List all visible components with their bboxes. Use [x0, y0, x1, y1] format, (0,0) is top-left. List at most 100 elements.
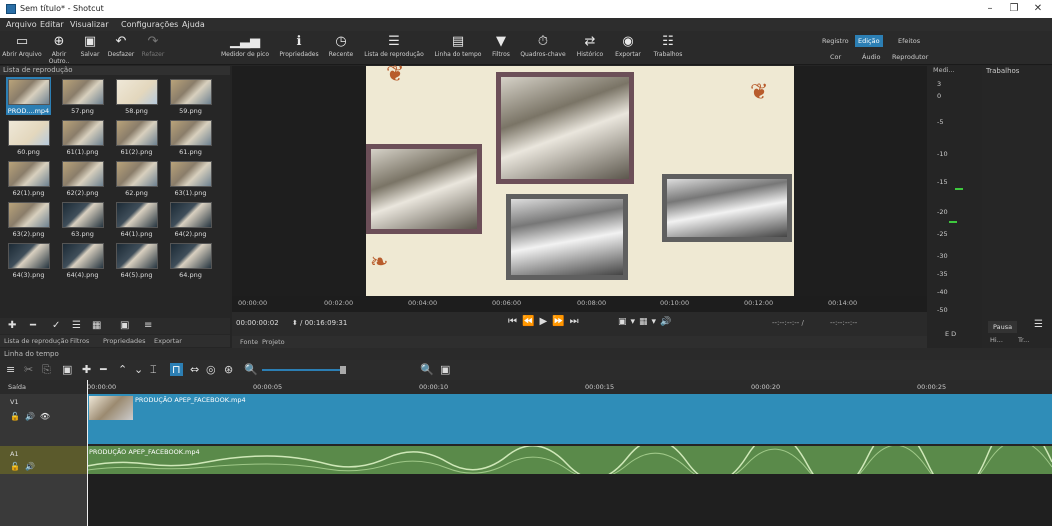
audio-clip[interactable]: PRODUÇÃO APEP_FACEBOOK.mp4: [87, 446, 1052, 474]
cut-icon[interactable]: ✂: [24, 363, 33, 376]
playlist-item[interactable]: 63.png: [60, 200, 105, 238]
playback-buttons[interactable]: ⏮⏪▶⏩⏭: [508, 316, 584, 327]
tab-playlist[interactable]: Lista de reprodução: [4, 337, 69, 345]
icons-view-icon[interactable]: ▣: [120, 320, 129, 331]
playlist-item[interactable]: 57.png: [60, 77, 105, 115]
zoom-slider-handle[interactable]: [340, 366, 346, 374]
lift-icon[interactable]: ⌃: [118, 363, 127, 376]
layout-registro[interactable]: Registro: [822, 37, 849, 45]
playlist-item[interactable]: 61(1).png: [60, 118, 105, 156]
playlist-item[interactable]: 64(2).png: [168, 200, 213, 238]
tab-history[interactable]: Hi...: [990, 336, 1003, 344]
layout-cor[interactable]: Cor: [830, 53, 841, 61]
export-button[interactable]: ◉ Exportar: [610, 31, 646, 65]
remove-clip-icon[interactable]: ━: [100, 363, 107, 376]
jobs-button[interactable]: ☷ Trabalhos: [648, 31, 688, 65]
recent-button[interactable]: ◷ Recente: [325, 31, 357, 65]
tab-export[interactable]: Exportar: [154, 337, 182, 345]
playlist-item[interactable]: 61.png: [168, 118, 213, 156]
undo-button[interactable]: ↶ Desfazer: [105, 31, 137, 65]
meter-scale-label: -5: [937, 118, 944, 126]
check-icon[interactable]: ✓: [52, 320, 60, 331]
viewer-ruler[interactable]: 00:00:00 00:02:00 00:04:00 00:06:00 00:08:00…: [232, 296, 927, 312]
playlist-item-label: 64(1).png: [120, 230, 153, 238]
ripple-all-icon[interactable]: ⊛: [224, 363, 233, 376]
timeline-empty-area[interactable]: [87, 474, 1052, 526]
remove-icon[interactable]: ━: [30, 320, 36, 331]
zoom-in-icon[interactable]: 🔍: [420, 363, 434, 376]
peak-meter-button[interactable]: ▁▃▅ Medidor de pico: [218, 31, 272, 65]
tab-transitions[interactable]: Tr...: [1018, 336, 1029, 344]
timeline-menu-icon[interactable]: ≡: [6, 363, 15, 376]
timeline-ruler[interactable]: 00:00:00 00:00:05 00:00:10 00:00:15 00:00:20…: [87, 380, 1052, 394]
split-icon[interactable]: ⌶: [150, 363, 157, 377]
details-view-icon[interactable]: ☰: [72, 320, 81, 331]
timeline-button[interactable]: ▤ Linha do tempo: [430, 31, 486, 65]
filters-button[interactable]: ▼ Filtros: [488, 31, 514, 65]
add-icon[interactable]: ✚: [8, 320, 16, 331]
tab-properties[interactable]: Propriedades: [103, 337, 146, 345]
track-a1-controls[interactable]: 🔓🔊: [10, 462, 40, 471]
ripple-icon[interactable]: ◎: [206, 363, 216, 376]
tiles-view-icon[interactable]: ▦: [92, 320, 101, 331]
playlist-item[interactable]: 64(1).png: [114, 200, 159, 238]
paste-icon[interactable]: ▣: [62, 363, 72, 376]
open-file-button[interactable]: ▭ Abrir Arquivo: [2, 31, 42, 65]
track-v1-controls[interactable]: 🔓🔊👁: [10, 412, 55, 421]
append-icon[interactable]: ✚: [82, 363, 91, 376]
zoom-out-icon[interactable]: 🔍: [244, 363, 258, 376]
playlist-item[interactable]: 59.png: [168, 77, 213, 115]
playhead[interactable]: [87, 380, 88, 526]
menu-arquivo[interactable]: Arquivo: [6, 20, 37, 29]
ruler-tick-label: 00:12:00: [744, 299, 774, 307]
playlist-item[interactable]: PROD....mp4: [6, 77, 51, 115]
layout-audio[interactable]: Áudio: [862, 53, 880, 61]
open-other-button[interactable]: ⊕ Abrir Outro..: [43, 31, 75, 65]
jobs-menu-icon[interactable]: ☰: [1034, 319, 1043, 330]
playlist-item[interactable]: 62(2).png: [60, 159, 105, 197]
menu-editar[interactable]: Editar: [40, 20, 64, 29]
video-clip[interactable]: PRODUÇÃO APEP_FACEBOOK.mp4: [87, 394, 1052, 444]
minimize-button[interactable]: –: [980, 2, 1000, 16]
position-display[interactable]: 00:00:00:02: [236, 319, 279, 327]
zoom-grid-volume-icons[interactable]: ▣▾▦▾🔊: [618, 317, 675, 327]
playlist-menu-icon[interactable]: ≡: [144, 320, 152, 331]
tab-source[interactable]: Fonte: [240, 338, 258, 346]
tab-project[interactable]: Projeto: [262, 338, 285, 346]
playlist-item[interactable]: 64(4).png: [60, 241, 105, 279]
redo-button[interactable]: ↷ Refazer: [138, 31, 168, 65]
video-viewer[interactable]: ❦ ❦ ❧: [232, 62, 927, 296]
overwrite-icon[interactable]: ⌄: [134, 363, 143, 376]
playlist-item[interactable]: 61(2).png: [114, 118, 159, 156]
zoom-slider[interactable]: [262, 369, 342, 371]
zoom-fit-icon[interactable]: ▣: [440, 363, 450, 376]
menu-configuracoes[interactable]: Configurações: [121, 20, 178, 29]
save-button[interactable]: ▣ Salvar: [76, 31, 104, 65]
menu-visualizar[interactable]: Visualizar: [70, 20, 109, 29]
layout-efeitos[interactable]: Efeitos: [898, 37, 920, 45]
playlist-item[interactable]: 62(1).png: [6, 159, 51, 197]
tab-filters[interactable]: Filtros: [70, 337, 89, 345]
playlist-item[interactable]: 63(2).png: [6, 200, 51, 238]
snap-icon[interactable]: ⊓: [170, 363, 183, 376]
history-button[interactable]: ⇄ Histórico: [572, 31, 608, 65]
layout-edicao[interactable]: Edição: [855, 35, 883, 47]
scrub-icon[interactable]: ⇔: [190, 363, 199, 376]
playlist-item[interactable]: 64.png: [168, 241, 213, 279]
playlist-item[interactable]: 62.png: [114, 159, 159, 197]
playlist-item[interactable]: 64(5).png: [114, 241, 159, 279]
keyframes-button[interactable]: ⏱ Quadros-chave: [516, 31, 570, 65]
layout-reprodutor[interactable]: Reprodutor: [892, 53, 928, 61]
menu-ajuda[interactable]: Ajuda: [182, 20, 205, 29]
position-spinner-icon[interactable]: ⬍: [292, 319, 298, 327]
playlist-item[interactable]: 58.png: [114, 77, 159, 115]
close-button[interactable]: ✕: [1028, 2, 1048, 16]
playlist-item[interactable]: 63(1).png: [168, 159, 213, 197]
properties-button[interactable]: ℹ Propriedades: [275, 31, 323, 65]
playlist-item[interactable]: 60.png: [6, 118, 51, 156]
copy-icon[interactable]: ⎘: [42, 363, 51, 377]
pause-button[interactable]: Pausa: [988, 321, 1018, 333]
playlist-item[interactable]: 64(3).png: [6, 241, 51, 279]
playlist-button[interactable]: ☰ Lista de reprodução: [360, 31, 428, 65]
maximize-button[interactable]: ❐: [1004, 2, 1024, 16]
